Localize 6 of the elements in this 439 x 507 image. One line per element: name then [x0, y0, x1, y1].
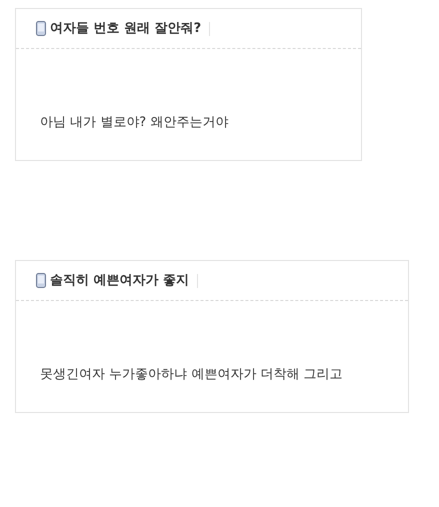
post-title: 여자들 번호 원래 잘안줘?	[50, 22, 210, 36]
post-body: 아님 내가 별로야? 왜안주는거야	[40, 114, 228, 132]
post-title: 솔직히 예쁜여자가 좋지	[50, 274, 198, 288]
phone-icon	[36, 273, 46, 288]
phone-icon	[36, 21, 46, 36]
post-body: 못생긴여자 누가좋아하냐 예쁜여자가 더착해 그리고	[40, 366, 343, 384]
